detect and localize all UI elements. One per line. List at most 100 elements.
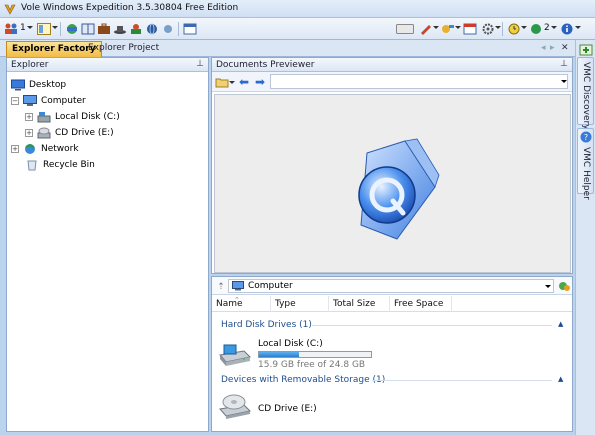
toolbar-count-left[interactable]: 1 — [20, 23, 26, 33]
tree-item-label: Desktop — [29, 80, 67, 90]
explorer-header: Explorer ⊥ — [7, 58, 208, 72]
clock-icon[interactable] — [506, 21, 522, 37]
chevron-down-icon[interactable] — [521, 26, 527, 29]
info-icon[interactable] — [559, 21, 575, 37]
sort-caret-icon: ⌃ — [234, 296, 240, 304]
up-folder-icon[interactable]: ⇡ — [213, 279, 229, 295]
preview-area — [214, 94, 571, 273]
column-total-size[interactable]: Total Size — [329, 296, 390, 312]
previewer-toolbar: ⬅ ➡ — [212, 72, 572, 92]
folder-icon[interactable] — [214, 74, 230, 90]
pen-icon[interactable] — [418, 21, 434, 37]
column-type[interactable]: Type — [271, 296, 329, 312]
chevron-down-icon[interactable] — [52, 26, 58, 29]
pin-icon[interactable]: ⊥ — [560, 59, 568, 69]
forward-arrow-icon[interactable]: ➡ — [252, 74, 268, 90]
hard-drive-icon — [37, 111, 51, 123]
calendar-icon[interactable] — [462, 21, 478, 37]
column-name[interactable]: Name — [212, 296, 271, 312]
chevron-down-icon[interactable] — [433, 26, 439, 29]
window-icon[interactable] — [182, 21, 198, 37]
chevron-down-icon[interactable] — [495, 26, 501, 29]
address-input[interactable]: Computer — [228, 279, 554, 293]
briefcase-icon[interactable] — [96, 21, 112, 37]
chevron-down-icon[interactable] — [27, 26, 33, 29]
preview-path-input[interactable] — [270, 74, 568, 89]
previewer-header: Documents Previewer ⊥ — [212, 58, 572, 72]
brush-icon[interactable] — [440, 21, 456, 37]
column-free-space[interactable]: Free Space — [390, 296, 452, 312]
recycle-bin-icon — [25, 159, 39, 171]
network-icon[interactable] — [64, 21, 80, 37]
tab-vmc-helper[interactable]: ? VMC Helper — [577, 128, 594, 200]
back-arrow-icon[interactable]: ⬅ — [236, 74, 252, 90]
list-item-cd-drive[interactable]: CD Drive (E:) — [218, 391, 558, 421]
disk-usage-bar — [258, 351, 372, 358]
layout-icon[interactable] — [36, 21, 52, 37]
group-removable-storage[interactable]: Devices with Removable Storage (1) — [221, 375, 385, 385]
expand-icon[interactable]: + — [11, 145, 19, 153]
tab-label: VMC Helper — [581, 147, 591, 200]
group-hard-disk-drives[interactable]: Hard Disk Drives (1) — [221, 320, 312, 330]
chevron-down-icon[interactable] — [575, 26, 581, 29]
tree-item-label: Recycle Bin — [43, 160, 95, 170]
users-icon[interactable] — [3, 21, 19, 37]
tree-item-label: Local Disk (C:) — [55, 112, 120, 122]
item-name: Local Disk (C:) — [258, 339, 323, 349]
chevron-down-icon[interactable] — [545, 285, 551, 288]
network-icon — [23, 143, 37, 155]
tab-vmc-discovery[interactable]: VMC Discovery — [577, 57, 594, 130]
scroll-right-icon[interactable]: ▸ — [550, 43, 555, 53]
tree-item-cd-drive[interactable]: + CD Drive (E:) — [25, 125, 114, 141]
weather-icon[interactable] — [160, 21, 176, 37]
right-sidebar: VMC Discovery ? VMC Helper — [575, 40, 595, 435]
desktop-icon — [11, 79, 25, 91]
tree-item-local-disk[interactable]: + Local Disk (C:) — [25, 109, 120, 125]
item-detail: 15.9 GB free of 24.8 GB — [258, 360, 366, 370]
tree-item-network[interactable]: + Network — [11, 141, 79, 157]
cd-drive-icon — [219, 394, 252, 419]
tree-item-recycle-bin[interactable]: Recycle Bin — [25, 157, 95, 173]
globe-icon[interactable] — [144, 21, 160, 37]
document-tabs: Explorer Factory Explorer Project ◂ ▸ ✕ — [0, 40, 575, 57]
cd-drive-icon — [37, 127, 51, 139]
tools-icon[interactable] — [128, 21, 144, 37]
expand-icon[interactable]: + — [25, 113, 33, 121]
window-title: Vole Windows Expedition 3.5.30804 Free E… — [21, 3, 239, 13]
quicktime-file-icon — [358, 138, 440, 240]
scroll-left-icon[interactable]: ◂ — [541, 43, 546, 53]
hard-drive-icon — [219, 344, 252, 366]
tree-item-label: CD Drive (E:) — [55, 128, 114, 138]
computer-icon — [23, 95, 37, 107]
update-icon[interactable] — [528, 21, 544, 37]
disk-usage-fill — [259, 352, 300, 357]
toolbar-count-right[interactable]: 2 — [544, 23, 550, 33]
book-icon[interactable] — [80, 21, 96, 37]
group-divider — [372, 380, 552, 381]
address-bar: ⇡ Computer — [212, 277, 572, 295]
collapse-group-icon[interactable]: ▲ — [558, 375, 563, 383]
tab-explorer-project[interactable]: Explorer Project — [88, 43, 159, 53]
chevron-down-icon[interactable] — [455, 26, 461, 29]
gear-icon[interactable] — [480, 21, 496, 37]
pin-icon[interactable]: ⊥ — [196, 59, 204, 69]
list-item-local-disk[interactable]: Local Disk (C:) 15.9 GB free of 24.8 GB — [218, 339, 558, 370]
tree-item-desktop[interactable]: Desktop — [11, 77, 66, 93]
chevron-down-icon[interactable] — [229, 81, 235, 84]
hat-icon[interactable] — [112, 21, 128, 37]
app-logo-icon — [4, 4, 16, 15]
tree-item-computer[interactable]: − Computer — [11, 93, 86, 109]
item-name: CD Drive (E:) — [258, 404, 317, 414]
chevron-down-icon[interactable] — [561, 80, 567, 83]
title-bar: Vole Windows Expedition 3.5.30804 Free E… — [0, 0, 595, 18]
keyboard-icon[interactable] — [396, 21, 414, 37]
chevron-down-icon[interactable] — [551, 26, 557, 29]
collapse-icon[interactable]: − — [11, 97, 19, 105]
add-panel-icon[interactable] — [578, 42, 594, 58]
address-text: Computer — [248, 281, 293, 291]
documents-previewer: Documents Previewer ⊥ ⬅ ➡ — [211, 57, 573, 274]
close-icon[interactable]: ✕ — [561, 43, 569, 53]
expand-icon[interactable]: + — [25, 129, 33, 137]
collapse-group-icon[interactable]: ▲ — [558, 320, 563, 328]
refresh-icon[interactable] — [556, 278, 572, 294]
